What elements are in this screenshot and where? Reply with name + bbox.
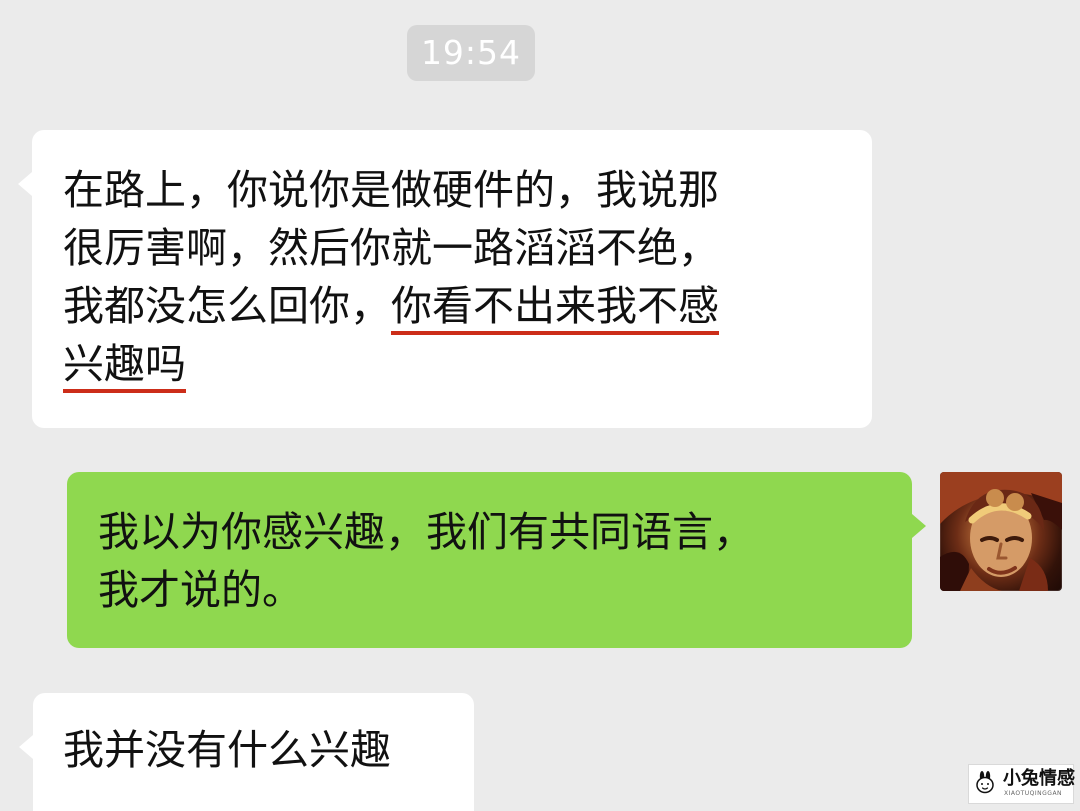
avatar[interactable] [940,472,1062,591]
message-line: 很厉害啊，然后你就一路滔滔不绝， [63,219,872,277]
message-text: 我才说的。 [98,566,303,614]
message-text: 我并没有什么兴趣 [63,726,391,774]
message-text: 我以为你感兴趣，我们有共同语言， [98,508,754,556]
message-line: 我才说的。 [98,561,912,619]
message-line: 我并没有什么兴趣 [63,721,474,779]
message-text: 很厉害啊，然后你就一路滔滔不绝， [63,224,719,272]
incoming-message-bubble[interactable]: 我并没有什么兴趣 [19,693,474,811]
underlined-message-text: 你看不出来我不感 [391,282,719,335]
watermark-logo: 小兔情感 XIAOTUQINGGAN [968,764,1075,804]
message-text: 在路上，你说你是做硬件的，我说那 [63,166,719,214]
watermark-title: 小兔情感 [1003,768,1075,789]
message-line: 我都没怎么回你，你看不出来我不感 [63,277,872,335]
incoming-message-bubble[interactable]: 在路上，你说你是做硬件的，我说那 很厉害啊，然后你就一路滔滔不绝， 我都没怎么回… [18,130,872,428]
message-text: 我都没怎么回你， [63,282,391,330]
message-line: 兴趣吗 [63,335,872,393]
watermark-subtitle: XIAOTUQINGGAN [1004,790,1063,797]
underlined-message-text: 兴趣吗 [63,340,186,393]
outgoing-message-bubble[interactable]: 我以为你感兴趣，我们有共同语言， 我才说的。 [67,472,926,648]
timestamp: 19:54 [407,25,535,81]
message-line: 在路上，你说你是做硬件的，我说那 [63,161,872,219]
rabbit-logo-icon [976,771,994,794]
message-line: 我以为你感兴趣，我们有共同语言， [98,503,912,561]
